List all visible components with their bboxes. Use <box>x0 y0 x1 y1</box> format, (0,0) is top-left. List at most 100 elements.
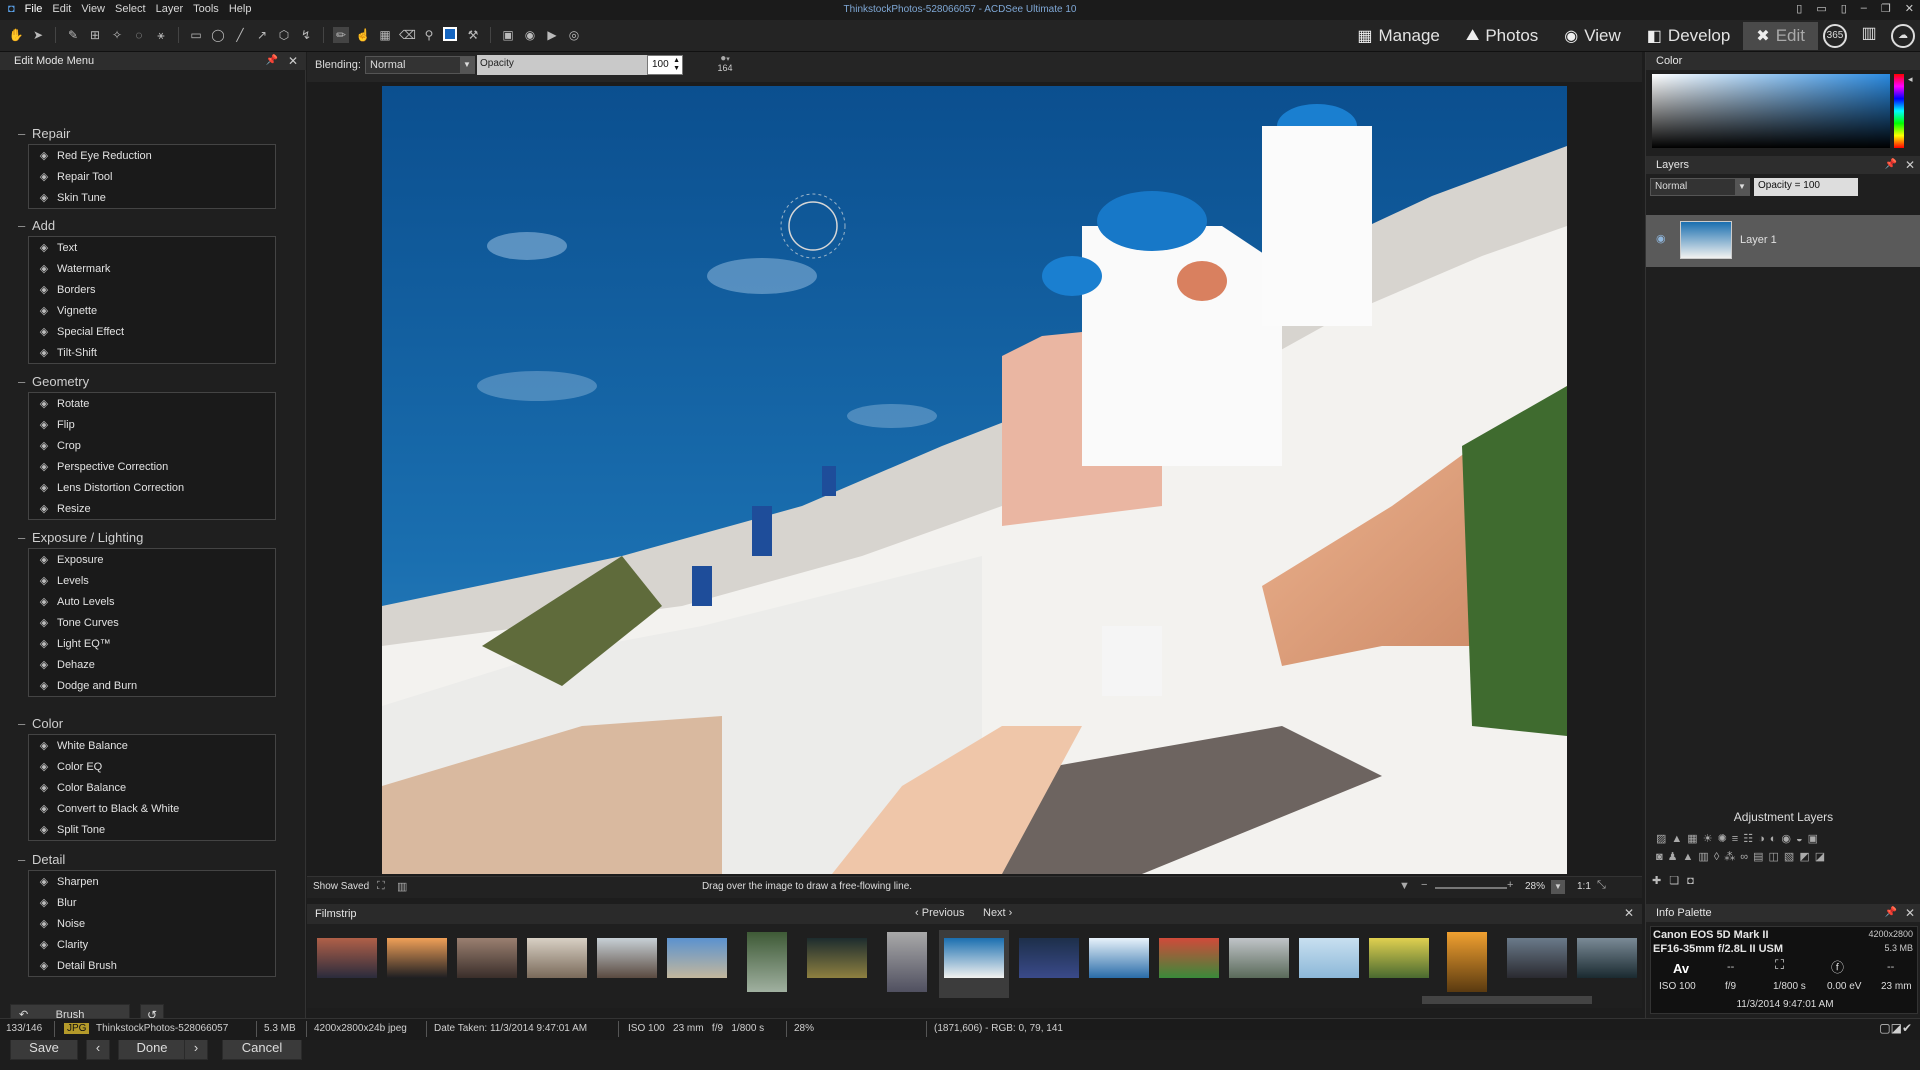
smudge-icon[interactable]: ☝ <box>355 27 371 43</box>
layout-right-icon[interactable]: ▯ <box>1841 2 1847 15</box>
menu-item-tone-curves[interactable]: ◈ Tone Curves <box>29 612 275 633</box>
exposure-adj-icon[interactable]: ▨ <box>1656 833 1671 845</box>
next-link[interactable]: Next › <box>983 907 1012 919</box>
white-balance-adj-icon[interactable]: ✺ <box>1718 833 1732 845</box>
zoom-out-icon[interactable]: − <box>1421 879 1427 891</box>
view-toggle-icons[interactable]: ▢◪✔ <box>1879 1021 1912 1035</box>
opacity-input[interactable]: 100 ▲ ▼ <box>647 55 683 75</box>
menu-item-special-effect[interactable]: ◈ Special Effect <box>29 321 275 342</box>
thumbnail[interactable] <box>1089 938 1149 978</box>
thumbnail[interactable] <box>1019 938 1079 978</box>
color-picker[interactable] <box>1652 74 1890 148</box>
menu-item-red-eye-reduction[interactable]: ◈ Red Eye Reduction <box>29 145 275 166</box>
duplicate-layer-icon[interactable]: ❏ <box>1669 875 1687 887</box>
mode-develop[interactable]: ◧ Develop <box>1634 22 1744 50</box>
color-eq-adj-icon[interactable]: ≡ <box>1732 833 1743 845</box>
eraser-icon[interactable]: ⌫ <box>399 27 416 43</box>
photo-filter-adj-icon[interactable]: ◉ <box>1781 833 1796 845</box>
group-title-exposure-lighting[interactable]: Exposure / Lighting <box>18 530 143 545</box>
menu-item-split-tone[interactable]: ◈ Split Tone <box>29 819 275 840</box>
color-swatch-icon[interactable] <box>443 27 459 43</box>
filmstrip-scrollbar[interactable] <box>1422 996 1592 1004</box>
pin-icon[interactable]: 📌 <box>266 55 278 66</box>
thumbnail[interactable] <box>807 938 867 978</box>
levels-adj-icon[interactable]: ▲ <box>1671 833 1687 845</box>
minimize-button[interactable]: – <box>1861 2 1867 15</box>
thumbnail[interactable] <box>747 932 787 992</box>
thumbnail[interactable] <box>887 932 927 992</box>
group-title-add[interactable]: Add <box>18 218 55 233</box>
pin-icon[interactable]: 📌 <box>1885 159 1897 170</box>
menu-item-perspective-correction[interactable]: ◈ Perspective Correction <box>29 456 275 477</box>
close-icon[interactable]: ✕ <box>288 54 298 68</box>
arrow-tool-icon[interactable]: ↗ <box>254 27 270 43</box>
layer-blend-select[interactable]: Normal ▼ <box>1650 178 1750 196</box>
menu-item-color-balance[interactable]: ◈ Color Balance <box>29 777 275 798</box>
thumbnail-selected[interactable] <box>939 930 1009 998</box>
thumbnail[interactable] <box>1447 932 1487 992</box>
pointer-tool-icon[interactable]: ➤ <box>30 27 46 43</box>
zoom-in-icon[interactable]: + <box>1507 879 1513 891</box>
grain-adj-icon[interactable]: ⁂ <box>1724 851 1740 863</box>
menu-item-vignette[interactable]: ◈ Vignette <box>29 300 275 321</box>
blending-select[interactable]: Normal ▼ <box>365 56 475 74</box>
menu-item-text[interactable]: ◈ Text <box>29 237 275 258</box>
transform-tool-icon[interactable]: ⊞ <box>87 27 103 43</box>
eyedropper-icon[interactable]: ⚲ <box>421 27 437 43</box>
gradient-adj-icon[interactable]: ▤ <box>1753 851 1768 863</box>
menu-item-dehaze[interactable]: ◈ Dehaze <box>29 654 275 675</box>
brush-tool-icon[interactable]: ✏ <box>333 27 349 43</box>
fit-icon[interactable]: ⤡ <box>1597 879 1606 892</box>
zoom-dropdown-icon[interactable]: ▼ <box>1551 880 1565 894</box>
menu-item-borders[interactable]: ◈ Borders <box>29 279 275 300</box>
365-icon[interactable]: 365 <box>1823 24 1847 48</box>
glasses-adj-icon[interactable]: ∞ <box>1740 851 1753 863</box>
layout-left-icon[interactable]: ▯ <box>1796 2 1802 15</box>
group-title-repair[interactable]: Repair <box>18 126 70 141</box>
close-icon[interactable]: ✕ <box>1905 906 1915 920</box>
thumbnail[interactable] <box>1577 938 1637 978</box>
thumbnail[interactable] <box>597 938 657 978</box>
close-button[interactable]: ✕ <box>1905 2 1914 15</box>
invert-adj-icon[interactable]: ◫ <box>1769 851 1784 863</box>
mode-edit[interactable]: ✖ Edit <box>1743 22 1818 50</box>
thumbnail[interactable] <box>1229 938 1289 978</box>
thumbnail[interactable] <box>457 938 517 978</box>
fill-adj-icon[interactable]: ▥ <box>1698 851 1713 863</box>
brush-size-picker[interactable]: ●▾ 164 <box>713 52 737 80</box>
layer-opacity-input[interactable]: Opacity = 100 <box>1754 178 1858 196</box>
pin-icon[interactable]: 📌 <box>1885 907 1897 918</box>
person-adj-icon[interactable]: ♟ <box>1668 851 1683 863</box>
menu-item-blur[interactable]: ◈ Blur <box>29 892 275 913</box>
select-wand-icon[interactable]: ⚹ <box>153 27 169 43</box>
hand-tool-icon[interactable]: ✋ <box>8 27 24 43</box>
thumbnail[interactable] <box>527 938 587 978</box>
pen-tool-icon[interactable]: ✎ <box>65 27 81 43</box>
mode-photos[interactable]: ⛰ Photos <box>1453 22 1551 50</box>
opacity-slider[interactable]: Opacity <box>477 55 647 75</box>
menu-item-light-eq-[interactable]: ◈ Light EQ™ <box>29 633 275 654</box>
menu-item-resize[interactable]: ◈ Resize <box>29 498 275 519</box>
menu-item-auto-levels[interactable]: ◈ Auto Levels <box>29 591 275 612</box>
menu-item-exposure[interactable]: ◈ Exposure <box>29 549 275 570</box>
menu-item-convert-to-black-white[interactable]: ◈ Convert to Black & White <box>29 798 275 819</box>
gradient-icon[interactable]: ▦ <box>377 27 393 43</box>
menu-item-color-eq[interactable]: ◈ Color EQ <box>29 756 275 777</box>
layer-row[interactable]: ◉ Layer 1 <box>1646 215 1920 267</box>
curves-adj-icon[interactable]: ▦ <box>1687 833 1702 845</box>
mask-icon[interactable]: ▣ <box>500 27 516 43</box>
rect-select-icon[interactable]: ▭ <box>188 27 204 43</box>
magic-wand-icon[interactable]: ✧ <box>109 27 125 43</box>
thumbnail[interactable] <box>1159 938 1219 978</box>
group-title-color[interactable]: Color <box>18 716 63 731</box>
menu-item-crop[interactable]: ◈ Crop <box>29 435 275 456</box>
menu-item-tilt-shift[interactable]: ◈ Tilt-Shift <box>29 342 275 363</box>
menu-item-levels[interactable]: ◈ Levels <box>29 570 275 591</box>
thumbnail[interactable] <box>667 938 727 978</box>
ellipse-select-icon[interactable]: ◯ <box>210 27 226 43</box>
bw-adj-icon[interactable]: ◑ <box>1758 833 1770 845</box>
record-icon[interactable]: ◉ <box>522 27 538 43</box>
color-balance-adj-icon[interactable]: ☷ <box>1743 833 1758 845</box>
hue-slider[interactable] <box>1894 74 1904 148</box>
mode-manage[interactable]: ▦ Manage <box>1344 22 1453 50</box>
